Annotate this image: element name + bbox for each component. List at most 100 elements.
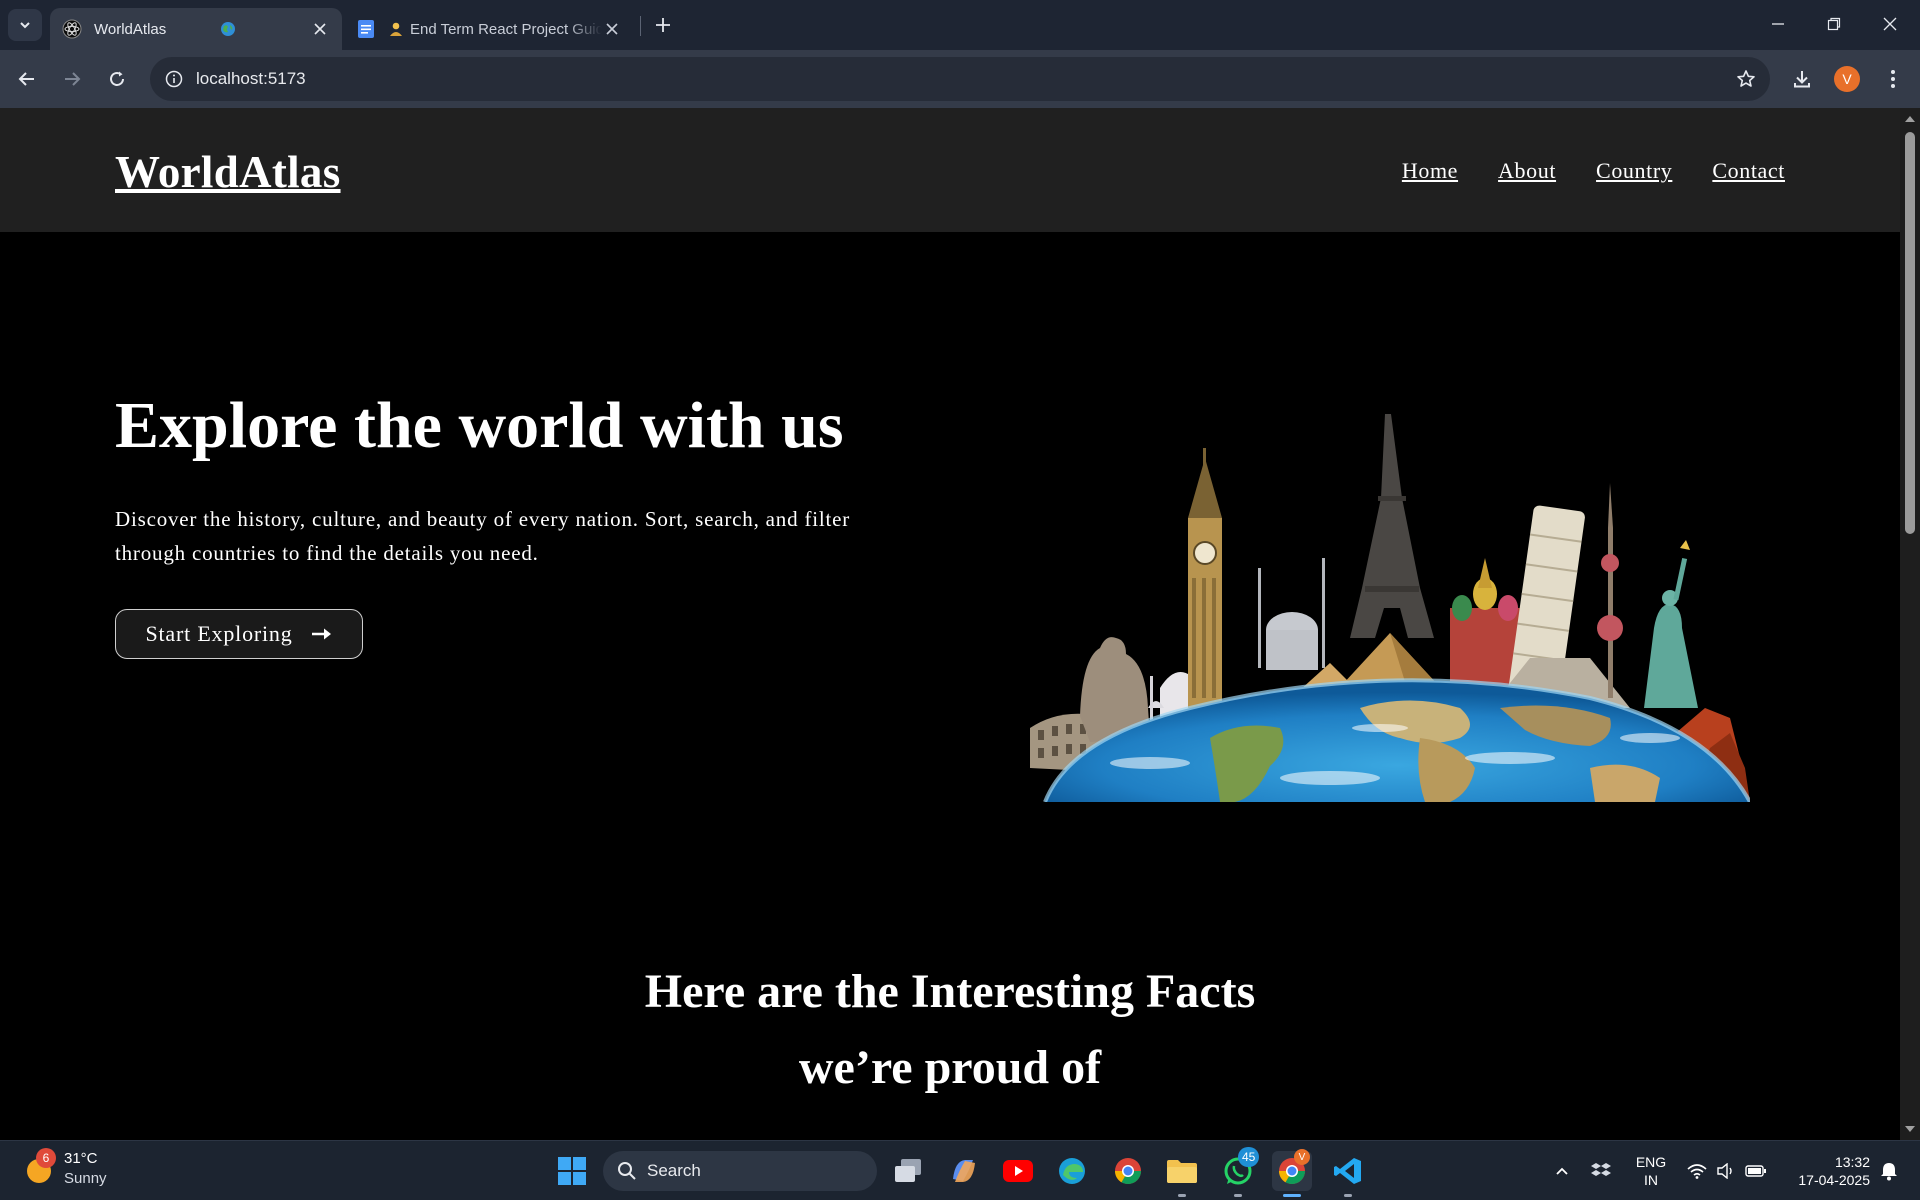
- facts-heading-line1: Here are the Interesting Facts: [644, 965, 1256, 1018]
- tab-title: WorldAtlas: [94, 20, 167, 38]
- close-icon: [1883, 17, 1897, 31]
- close-window-button[interactable]: [1862, 0, 1918, 48]
- volume-icon: [1717, 1163, 1732, 1179]
- tab-title: End Term React Project Guide: [410, 20, 602, 38]
- facts-heading: Here are the Interesting Facts we’re pro…: [0, 954, 1900, 1106]
- reload-button[interactable]: [100, 62, 134, 96]
- reload-icon: [110, 71, 124, 86]
- notification-bell-icon: [1881, 1163, 1897, 1181]
- avatar: V: [1834, 66, 1860, 92]
- chrome-icon: [1114, 1158, 1142, 1185]
- youtube-icon: [1003, 1160, 1033, 1182]
- downloads-button[interactable]: [1785, 62, 1819, 96]
- search-label: Search: [647, 1161, 701, 1180]
- url-text: localhost:5173: [196, 69, 306, 88]
- scroll-up-arrow-icon[interactable]: [1900, 112, 1920, 126]
- browser-tab-strip: WorldAtlas End Term React Project Guide: [0, 0, 1920, 50]
- whatsapp-button[interactable]: 45: [1218, 1147, 1260, 1197]
- taskbar-search[interactable]: Search: [603, 1151, 877, 1191]
- nav-country-link[interactable]: Country: [1596, 158, 1672, 184]
- profile-button[interactable]: V: [1830, 62, 1864, 96]
- react-logo-icon: [62, 19, 82, 39]
- browser-toolbar: localhost:5173 V: [0, 50, 1920, 108]
- start-button[interactable]: [552, 1151, 592, 1191]
- copilot-icon: [953, 1160, 975, 1182]
- scrollbar-thumb[interactable]: [1905, 132, 1915, 534]
- page-scrollbar[interactable]: [1900, 108, 1920, 1140]
- scroll-down-arrow-icon[interactable]: [1900, 1122, 1920, 1136]
- vscode-icon: [1334, 1158, 1361, 1184]
- battery-icon: [1745, 1165, 1766, 1177]
- kebab-menu-icon: [1891, 70, 1895, 88]
- file-explorer-button[interactable]: [1162, 1151, 1202, 1197]
- task-view-icon: [895, 1159, 921, 1182]
- task-view-button[interactable]: [888, 1151, 928, 1191]
- search-icon: [618, 1162, 636, 1180]
- download-icon: [1794, 71, 1810, 88]
- windows-logo-icon: [558, 1157, 586, 1185]
- back-button[interactable]: [10, 62, 44, 96]
- nav-home-link[interactable]: Home: [1402, 158, 1458, 184]
- running-indicator: [1178, 1194, 1186, 1197]
- tab-react-guide[interactable]: End Term React Project Guide: [344, 8, 634, 50]
- clock[interactable]: 13:32 17-04-2025: [1780, 1141, 1870, 1200]
- minimize-icon: [1772, 23, 1784, 25]
- windows-taskbar: 6 31°C Sunny Search 45 V ENG IN 13:32 17…: [0, 1140, 1920, 1200]
- tab-search-button[interactable]: [8, 9, 42, 41]
- youtube-button[interactable]: [998, 1151, 1038, 1191]
- close-tab-icon[interactable]: [602, 19, 622, 39]
- person-emoji-icon: [390, 22, 402, 36]
- nav-about-link[interactable]: About: [1498, 158, 1556, 184]
- plus-icon: [656, 18, 670, 32]
- wifi-icon: [1687, 1164, 1707, 1179]
- restore-icon: [1827, 17, 1841, 31]
- minimize-button[interactable]: [1750, 0, 1806, 48]
- bookmark-star-icon[interactable]: [1734, 67, 1758, 91]
- sun-icon: 6: [24, 1148, 56, 1184]
- edge-icon: [1059, 1158, 1085, 1184]
- dropbox-tray-icon[interactable]: [1588, 1141, 1614, 1200]
- edge-button[interactable]: [1052, 1151, 1092, 1191]
- start-exploring-button[interactable]: Start Exploring: [115, 609, 363, 659]
- site-info-icon[interactable]: [162, 67, 186, 91]
- notifications-button[interactable]: [1874, 1141, 1904, 1200]
- arrow-right-icon: [65, 72, 81, 86]
- start-exploring-label: Start Exploring: [145, 621, 293, 646]
- running-indicator: [1283, 1194, 1301, 1197]
- weather-widget[interactable]: 6 31°C Sunny: [24, 1148, 107, 1189]
- clock-time: 13:32: [1834, 1154, 1870, 1170]
- copilot-button[interactable]: [944, 1151, 984, 1191]
- world-landmarks-illustration: [1030, 414, 1750, 802]
- nav-contact-link[interactable]: Contact: [1712, 158, 1785, 184]
- weather-badge: 6: [36, 1148, 56, 1168]
- address-bar[interactable]: localhost:5173: [150, 57, 1770, 101]
- running-indicator: [1344, 1194, 1352, 1197]
- close-tab-icon[interactable]: [310, 19, 330, 39]
- page-viewport: WorldAtlas Home About Country Contact Ex…: [0, 108, 1900, 1140]
- keyboard-region: IN: [1644, 1172, 1658, 1188]
- main-nav: Home About Country Contact: [1402, 158, 1785, 184]
- language-code: ENG: [1635, 1154, 1667, 1170]
- forward-button[interactable]: [55, 62, 89, 96]
- language-indicator[interactable]: ENG IN: [1624, 1141, 1678, 1200]
- chevron-down-icon: [20, 22, 30, 29]
- new-tab-button[interactable]: [650, 11, 676, 39]
- weather-temp: 31°C: [64, 1150, 98, 1167]
- google-docs-icon: [358, 20, 374, 38]
- vscode-button[interactable]: [1328, 1151, 1368, 1197]
- browser-menu-button[interactable]: [1876, 62, 1910, 96]
- network-volume-battery[interactable]: [1684, 1141, 1770, 1200]
- facts-heading-line2: we’re proud of: [798, 1041, 1102, 1094]
- chrome-profile-button[interactable]: V: [1272, 1149, 1312, 1197]
- hero-title: Explore the world with us: [115, 389, 844, 462]
- show-hidden-icons-button[interactable]: [1550, 1141, 1574, 1200]
- running-indicator: [1234, 1194, 1242, 1197]
- weather-condition: Sunny: [64, 1170, 107, 1187]
- folder-icon: [1167, 1160, 1197, 1183]
- globe-emoji-icon: [221, 22, 235, 36]
- dropbox-icon: [1591, 1163, 1611, 1176]
- restore-button[interactable]: [1806, 0, 1862, 48]
- site-logo[interactable]: WorldAtlas: [115, 146, 341, 198]
- tab-worldatlas[interactable]: WorldAtlas: [50, 8, 342, 50]
- chrome-button[interactable]: [1108, 1151, 1148, 1191]
